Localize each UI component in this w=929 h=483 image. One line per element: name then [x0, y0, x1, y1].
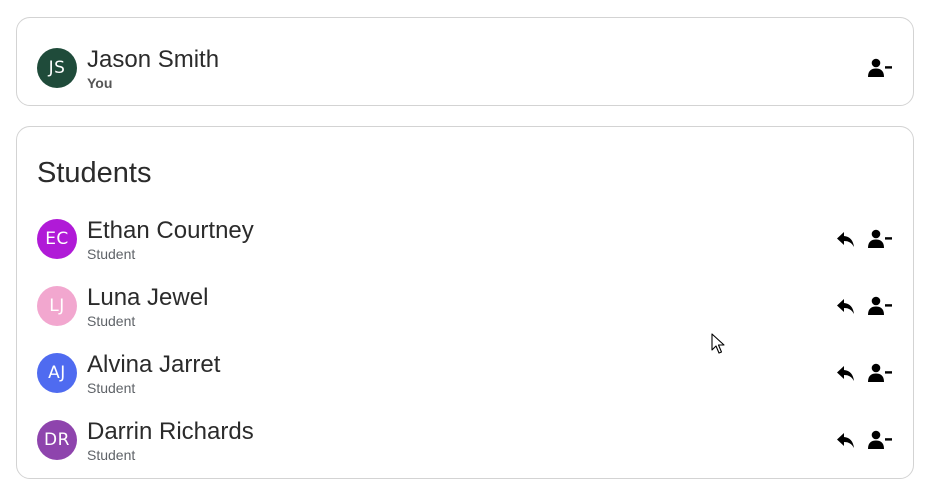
avatar: JS [37, 48, 77, 88]
person-remove-icon [868, 229, 892, 248]
reply-button[interactable] [833, 361, 859, 385]
avatar: DR [37, 420, 77, 460]
avatar: LJ [37, 286, 77, 326]
students-card: Students EC Ethan Courtney Student LJ Luna J… [16, 126, 914, 479]
reply-icon [837, 366, 854, 381]
mouse-cursor-icon [711, 333, 725, 354]
remove-student-button[interactable] [867, 361, 893, 385]
student-row: AJ Alvina Jarret Student [37, 351, 893, 396]
student-row: DR Darrin Richards Student [37, 418, 893, 463]
person-remove-icon [868, 296, 892, 315]
student-name: Ethan Courtney [87, 217, 254, 244]
person-remove-icon [868, 58, 892, 77]
reply-icon [837, 232, 854, 247]
remove-student-button[interactable] [867, 227, 893, 251]
student-row: EC Ethan Courtney Student [37, 217, 893, 262]
reply-icon [837, 433, 854, 448]
section-title: Students [37, 157, 152, 189]
remove-student-button[interactable] [867, 294, 893, 318]
student-role: Student [87, 380, 136, 396]
current-user-row: JS Jason Smith You [37, 46, 893, 91]
avatar: EC [37, 219, 77, 259]
student-name: Darrin Richards [87, 418, 254, 445]
reply-button[interactable] [833, 227, 859, 251]
remove-user-button[interactable] [867, 56, 893, 80]
current-user-card: JS Jason Smith You [16, 17, 914, 106]
student-role: Student [87, 246, 136, 262]
avatar: AJ [37, 353, 77, 393]
person-remove-icon [868, 363, 892, 382]
reply-button[interactable] [833, 428, 859, 452]
student-row: LJ Luna Jewel Student [37, 284, 893, 329]
remove-student-button[interactable] [867, 428, 893, 452]
student-role: Student [87, 313, 136, 329]
student-name: Luna Jewel [87, 284, 209, 311]
student-name: Alvina Jarret [87, 351, 221, 378]
person-remove-icon [868, 430, 892, 449]
student-role: Student [87, 447, 136, 463]
user-label: You [87, 75, 113, 91]
reply-icon [837, 299, 854, 314]
reply-button[interactable] [833, 294, 859, 318]
user-name: Jason Smith [87, 46, 220, 73]
